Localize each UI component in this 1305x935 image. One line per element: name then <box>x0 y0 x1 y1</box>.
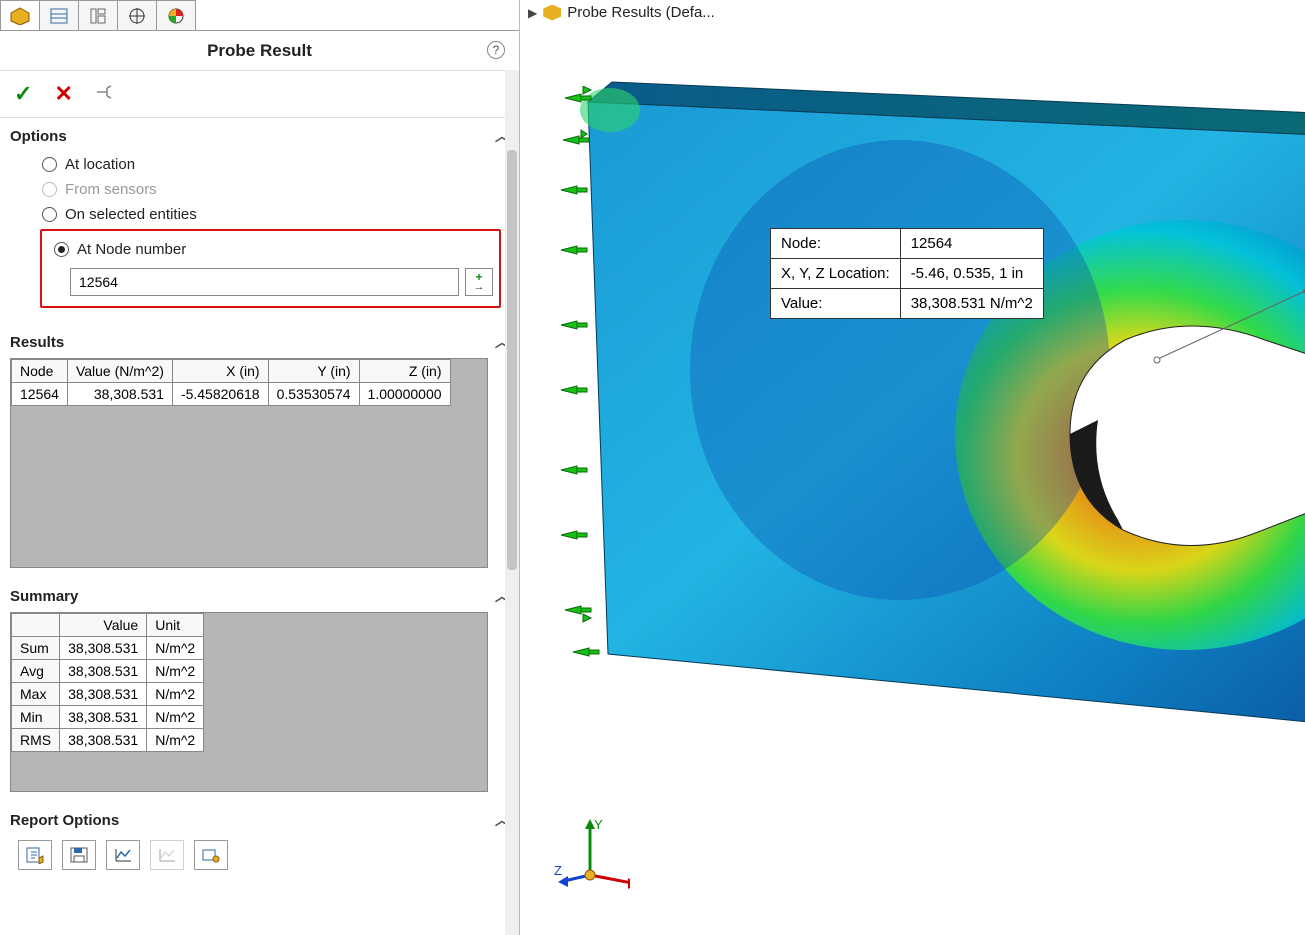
radio-at-location[interactable]: At location <box>10 152 509 177</box>
col-blank <box>12 614 60 637</box>
report-button-save[interactable] <box>62 840 96 870</box>
tab-display-manager[interactable] <box>156 0 196 30</box>
table-row: Min38,308.531N/m^2 <box>12 706 204 729</box>
callout-val-label: Value: <box>771 289 901 319</box>
cube-icon <box>543 5 561 21</box>
cell-z: 1.00000000 <box>359 383 450 406</box>
scrollbar-thumb[interactable] <box>507 150 517 570</box>
summary-table: Value Unit Sum38,308.531N/m^2 Avg38,308.… <box>11 613 204 752</box>
panel-action-row: ✓ ✕ <box>0 71 519 118</box>
col-value[interactable]: Value <box>60 614 147 637</box>
cell-x: -5.45820618 <box>172 383 268 406</box>
results-table-wrap: Node Value (N/m^2) X (in) Y (in) Z (in) … <box>10 358 488 568</box>
radio-label: At location <box>65 156 135 173</box>
radio-icon <box>42 157 57 172</box>
report-button-sensor[interactable] <box>194 840 228 870</box>
triad-z: Z <box>554 863 562 878</box>
cell-value: 38,308.531 <box>67 383 172 406</box>
table-row: Sum38,308.531N/m^2 <box>12 637 204 660</box>
radio-icon <box>54 242 69 257</box>
cell-y: 0.53530574 <box>268 383 359 406</box>
summary-header[interactable]: Summary ︿ <box>10 580 509 612</box>
report-options-section: Report Options ︿ <box>0 802 519 884</box>
radio-from-sensors: From sensors <box>10 177 509 202</box>
col-y[interactable]: Y (in) <box>268 360 359 383</box>
summary-table-wrap: Value Unit Sum38,308.531N/m^2 Avg38,308.… <box>10 612 488 792</box>
results-header[interactable]: Results ︿ <box>10 326 509 358</box>
node-number-input[interactable] <box>70 268 459 296</box>
probe-callout[interactable]: Node:12564 X, Y, Z Location:-5.46, 0.535… <box>770 228 1044 319</box>
results-title: Results <box>10 334 64 351</box>
options-section: Options ︿ At location From sensors On se… <box>0 118 519 324</box>
radio-at-node[interactable]: At Node number <box>48 237 493 262</box>
report-button-plot[interactable] <box>106 840 140 870</box>
radio-label: From sensors <box>65 181 157 198</box>
tab-feature-manager[interactable] <box>0 0 40 30</box>
report-button-plot-disabled <box>150 840 184 870</box>
property-panel: Probe Result ? ✓ ✕ Options ︿ At location… <box>0 0 520 935</box>
arrow-right-icon: → <box>474 282 485 292</box>
col-unit[interactable]: Unit <box>147 614 204 637</box>
report-options-row <box>10 836 509 874</box>
fea-stress-plot <box>550 40 1305 935</box>
panel-header: Probe Result ? <box>0 31 519 71</box>
help-icon[interactable]: ? <box>487 41 505 59</box>
tab-dimxpert-manager[interactable] <box>117 0 157 30</box>
col-value[interactable]: Value (N/m^2) <box>67 360 172 383</box>
breadcrumb[interactable]: ▶ Probe Results (Defa... <box>528 4 715 21</box>
fixture-symbols <box>555 86 615 676</box>
pushpin-icon[interactable] <box>95 84 113 105</box>
results-table: Node Value (N/m^2) X (in) Y (in) Z (in) … <box>11 359 451 406</box>
col-x[interactable]: X (in) <box>172 360 268 383</box>
add-node-button[interactable]: + → <box>465 268 493 296</box>
table-row[interactable]: 12564 38,308.531 -5.45820618 0.53530574 … <box>12 383 451 406</box>
callout-node-label: Node: <box>771 229 901 259</box>
callout-loc-value: -5.46, 0.535, 1 in <box>900 259 1043 289</box>
graphics-viewport[interactable]: ▶ Probe Results (Defa... <box>520 0 1305 935</box>
results-section: Results ︿ Node Value (N/m^2) X (in) Y (i… <box>0 324 519 578</box>
radio-icon <box>42 207 57 222</box>
options-title: Options <box>10 128 67 145</box>
orientation-triad[interactable]: Y X Z <box>550 815 630 905</box>
col-z[interactable]: Z (in) <box>359 360 450 383</box>
summary-section: Summary ︿ Value Unit Sum38,308.531N/m^2 … <box>0 578 519 802</box>
col-node[interactable]: Node <box>12 360 68 383</box>
table-row: RMS38,308.531N/m^2 <box>12 729 204 752</box>
cancel-icon[interactable]: ✕ <box>54 81 72 107</box>
callout-loc-label: X, Y, Z Location: <box>771 259 901 289</box>
callout-val-value: 38,308.531 N/m^2 <box>900 289 1043 319</box>
radio-label: On selected entities <box>65 206 197 223</box>
summary-title: Summary <box>10 588 78 605</box>
triangle-icon: ▶ <box>528 6 537 20</box>
callout-node-value: 12564 <box>900 229 1043 259</box>
cell-node: 12564 <box>12 383 68 406</box>
panel-scrollbar[interactable] <box>505 70 519 935</box>
panel-tab-row <box>0 0 519 31</box>
tab-property-manager[interactable] <box>39 0 79 30</box>
ok-icon[interactable]: ✓ <box>14 81 32 107</box>
radio-on-selected[interactable]: On selected entities <box>10 202 509 227</box>
table-row: Avg38,308.531N/m^2 <box>12 660 204 683</box>
panel-title: Probe Result <box>207 41 312 61</box>
radio-label: At Node number <box>77 241 186 258</box>
radio-icon <box>42 182 57 197</box>
report-button-1[interactable] <box>18 840 52 870</box>
table-row: Max38,308.531N/m^2 <box>12 683 204 706</box>
triad-y: Y <box>594 817 603 832</box>
table-header-row: Node Value (N/m^2) X (in) Y (in) Z (in) <box>12 360 451 383</box>
table-header-row: Value Unit <box>12 614 204 637</box>
at-node-highlight: At Node number + → <box>40 229 501 308</box>
breadcrumb-title: Probe Results (Defa... <box>567 4 715 21</box>
report-options-title: Report Options <box>10 812 119 829</box>
node-input-row: + → <box>48 268 493 296</box>
tab-configuration-manager[interactable] <box>78 0 118 30</box>
report-options-header[interactable]: Report Options ︿ <box>10 804 509 836</box>
options-header[interactable]: Options ︿ <box>10 120 509 152</box>
